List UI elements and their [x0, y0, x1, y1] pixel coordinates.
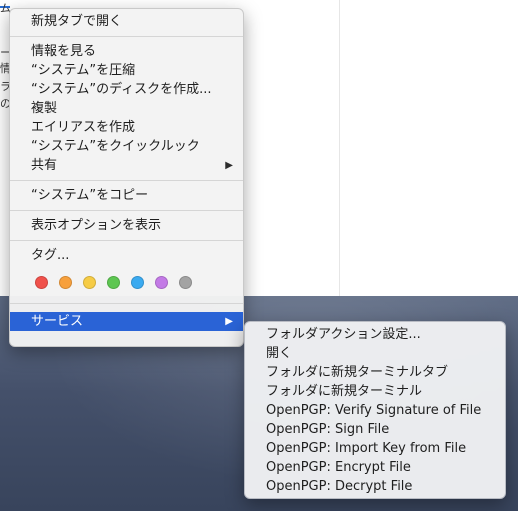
tag-purple[interactable]	[155, 275, 168, 289]
menu-separator	[10, 240, 243, 241]
finder-window-right-pane	[340, 0, 518, 296]
menu-item-compress[interactable]: “システム”を圧縮	[10, 61, 243, 80]
menu-item-label: サービス	[31, 314, 84, 329]
menu-item-services[interactable]: サービス ▶	[10, 312, 243, 331]
menu-item-show-view-options[interactable]: 表示オプションを表示	[10, 216, 243, 235]
submenu-item-open[interactable]: 開く	[245, 344, 505, 363]
menu-item-label: “システム”をコピー	[31, 188, 149, 203]
submenu-item-openpgp-decrypt[interactable]: OpenPGP: Decrypt File	[245, 477, 505, 496]
pane-divider	[339, 0, 340, 296]
menu-item-make-alias[interactable]: エイリアスを作成	[10, 118, 243, 137]
submenu-item-new-terminal-tab-at-folder[interactable]: フォルダに新規ターミナルタブ	[245, 363, 505, 382]
menu-item-copy[interactable]: “システム”をコピー	[10, 186, 243, 205]
submenu-item-openpgp-encrypt[interactable]: OpenPGP: Encrypt File	[245, 458, 505, 477]
tag-yellow[interactable]	[83, 275, 96, 289]
tag-green[interactable]	[107, 275, 120, 289]
menu-item-label: 共有	[31, 158, 58, 173]
submenu-item-openpgp-import-key[interactable]: OpenPGP: Import Key from File	[245, 439, 505, 458]
menu-item-label: “システム”をクイックルック	[31, 139, 200, 154]
submenu-item-openpgp-sign[interactable]: OpenPGP: Sign File	[245, 420, 505, 439]
menu-item-label: 情報を見る	[31, 44, 97, 59]
context-menu: 新規タブで開く 情報を見る “システム”を圧縮 “システム”のディスクを作成..…	[9, 8, 244, 347]
tag-blue[interactable]	[131, 275, 144, 289]
menu-item-label: エイリアスを作成	[31, 120, 136, 135]
menu-separator	[10, 180, 243, 181]
tag-gray[interactable]	[179, 275, 192, 289]
menu-item-label: 新規タブで開く	[31, 14, 123, 29]
menu-item-duplicate[interactable]: 複製	[10, 99, 243, 118]
menu-item-tags[interactable]: タグ...	[10, 246, 243, 265]
menu-item-label: 表示オプションを表示	[31, 218, 162, 233]
menu-item-open-in-new-tab[interactable]: 新規タブで開く	[10, 12, 243, 31]
menu-separator	[10, 303, 243, 304]
tag-red[interactable]	[35, 275, 48, 289]
menu-item-label: “システム”を圧縮	[31, 63, 136, 78]
tag-orange[interactable]	[59, 275, 72, 289]
menu-item-label: タグ...	[31, 248, 70, 263]
menu-item-label: 複製	[31, 101, 58, 116]
menu-separator	[10, 36, 243, 37]
submenu-arrow-icon: ▶	[225, 316, 233, 327]
submenu-arrow-icon: ▶	[225, 160, 233, 171]
menu-item-quick-look[interactable]: “システム”をクイックルック	[10, 137, 243, 156]
menu-separator	[10, 210, 243, 211]
submenu-item-folder-actions-setup[interactable]: フォルダアクション設定...	[245, 325, 505, 344]
submenu-item-openpgp-verify[interactable]: OpenPGP: Verify Signature of File	[245, 401, 505, 420]
menu-item-label: “システム”のディスクを作成...	[31, 82, 212, 97]
menu-item-share[interactable]: 共有 ▶	[10, 156, 243, 175]
tag-color-row	[10, 269, 243, 295]
menu-item-create-disk-image[interactable]: “システム”のディスクを作成...	[10, 80, 243, 99]
menu-item-get-info[interactable]: 情報を見る	[10, 42, 243, 61]
submenu-item-new-terminal-at-folder[interactable]: フォルダに新規ターミナル	[245, 382, 505, 401]
services-submenu: フォルダアクション設定... 開く フォルダに新規ターミナルタブ フォルダに新規…	[244, 321, 506, 499]
